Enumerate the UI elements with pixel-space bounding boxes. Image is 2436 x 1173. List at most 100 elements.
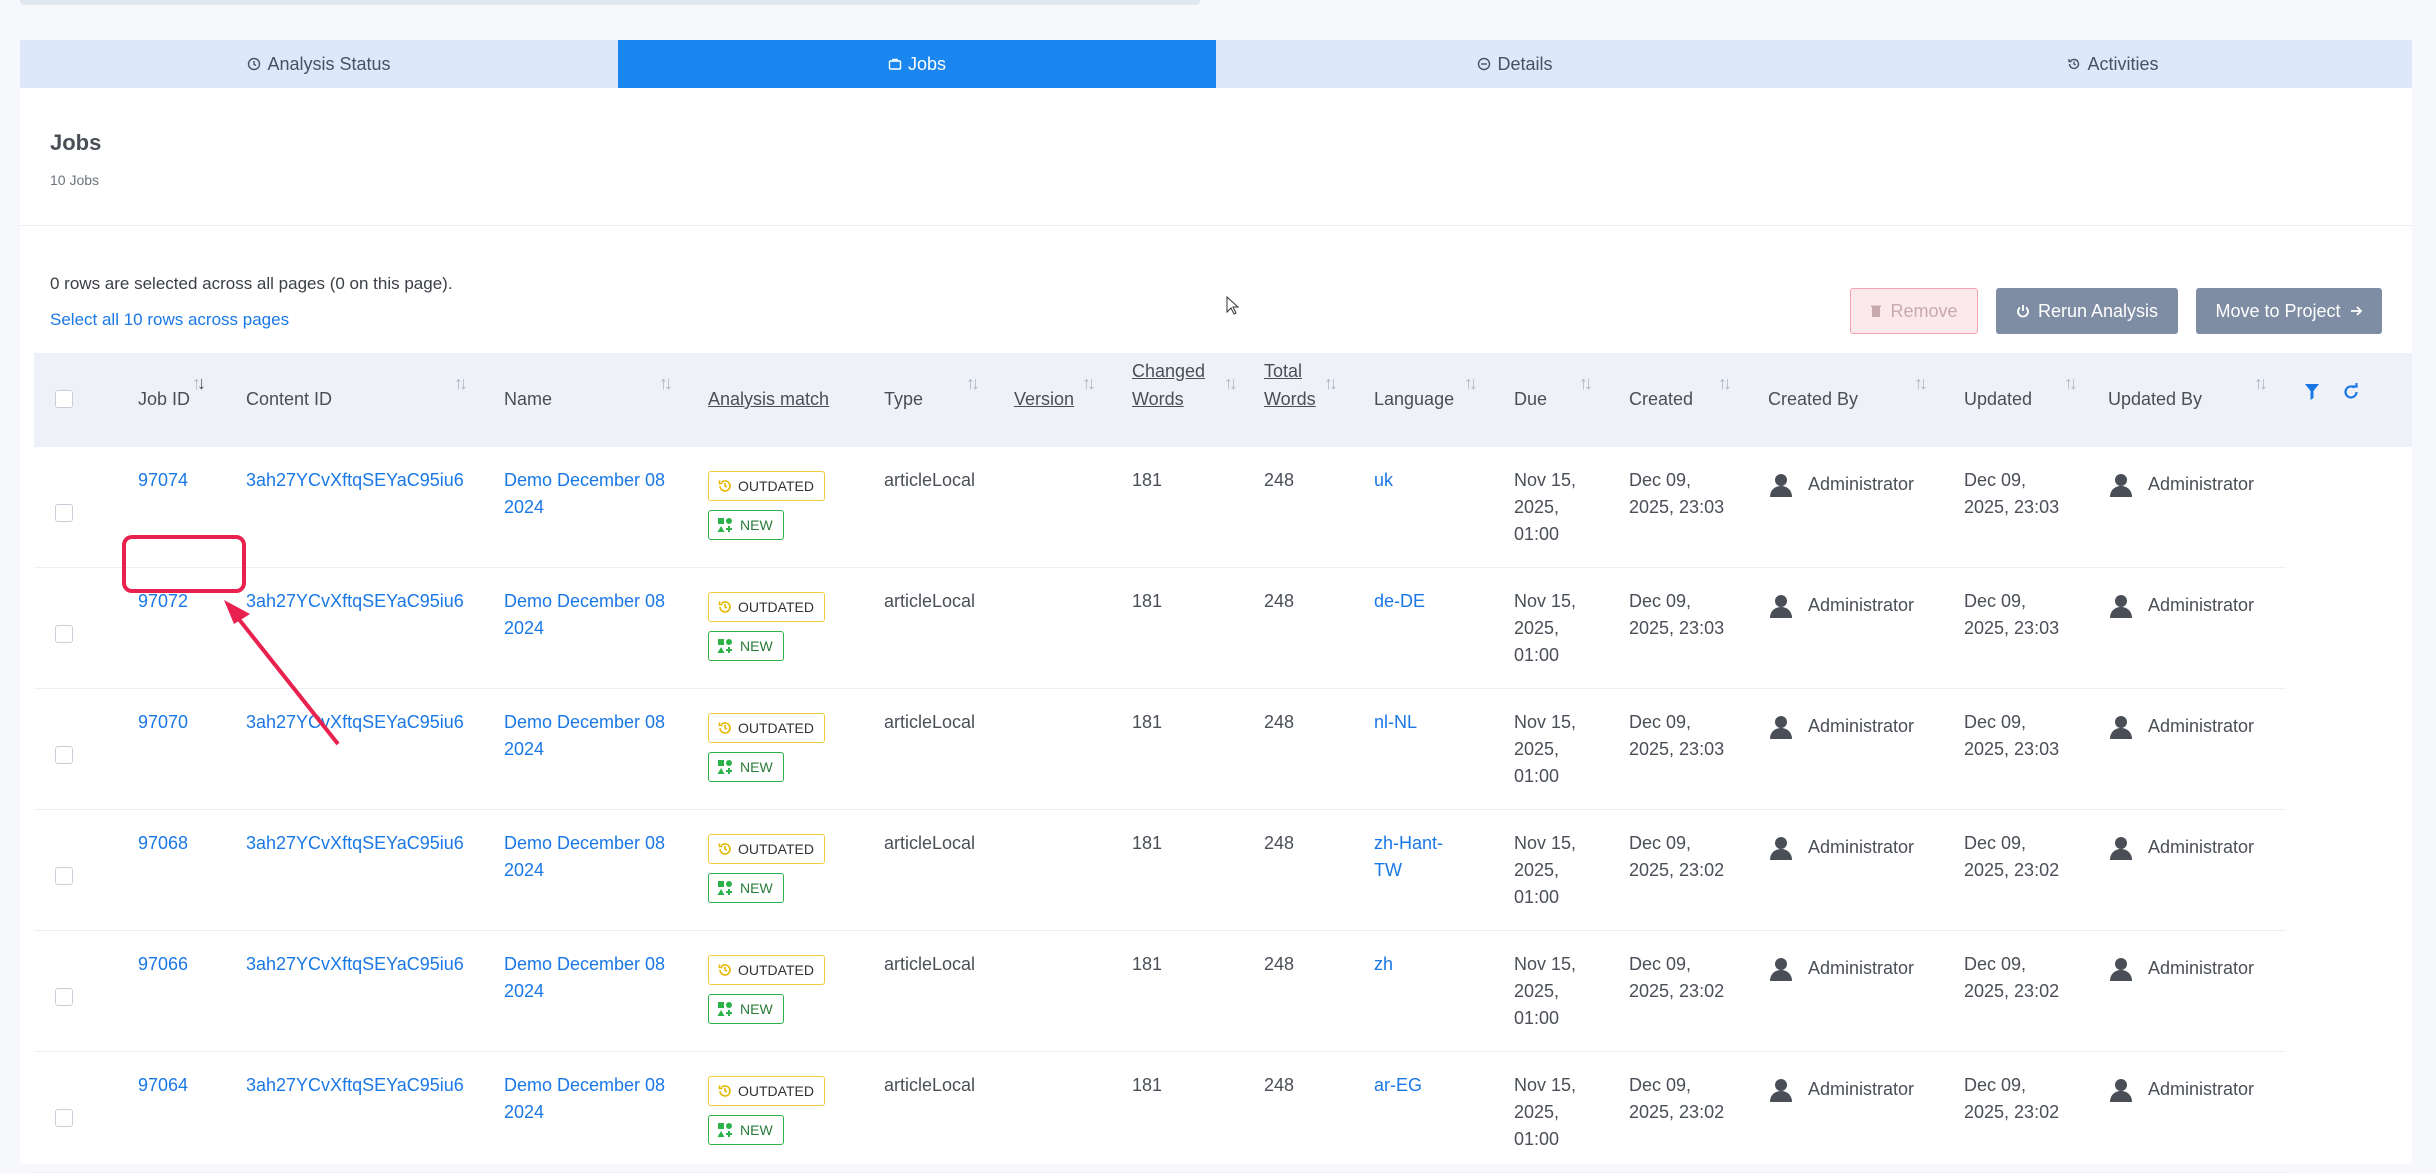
job-id-link[interactable]: 97070 xyxy=(138,709,188,736)
table-row[interactable]: 97074 3ah27YCvXftqSEYaC95iu6 Demo Decemb… xyxy=(34,447,2286,568)
job-id-link[interactable]: 97068 xyxy=(138,830,188,857)
table-row[interactable]: 97066 3ah27YCvXftqSEYaC95iu6 Demo Decemb… xyxy=(34,931,2286,1052)
table-row[interactable]: 97064 3ah27YCvXftqSEYaC95iu6 Demo Decemb… xyxy=(34,1052,2286,1173)
content-id-link[interactable]: 3ah27YCvXftqSEYaC95iu6 xyxy=(246,467,464,494)
content-id-link[interactable]: 3ah27YCvXftqSEYaC95iu6 xyxy=(246,830,464,857)
col-content-id[interactable]: Content ID xyxy=(246,389,332,410)
sort-icon[interactable]: ↑↓ xyxy=(966,373,980,394)
col-total-words-2[interactable]: Words xyxy=(1264,389,1316,410)
col-due[interactable]: Due xyxy=(1514,389,1547,410)
job-name-link[interactable]: Demo December 08 2024 xyxy=(504,1072,665,1126)
language-link[interactable]: de-DE xyxy=(1374,588,1425,615)
refresh-icon[interactable] xyxy=(2342,383,2360,401)
job-name-line: Demo December 08 xyxy=(504,591,666,611)
col-job-id[interactable]: Job ID xyxy=(138,389,190,410)
sort-icon[interactable]: ↑↓ xyxy=(659,373,673,394)
sort-icon[interactable]: ↑↓ xyxy=(1914,373,1928,394)
shapes-icon xyxy=(717,639,732,653)
minus-circle-icon xyxy=(1478,57,1491,71)
language-link[interactable]: uk xyxy=(1374,467,1393,494)
col-language[interactable]: Language xyxy=(1374,389,1454,410)
history-icon xyxy=(718,843,731,855)
sort-icon[interactable]: ↑↓ xyxy=(1082,373,1096,394)
tab-jobs[interactable]: Jobs xyxy=(618,40,1216,88)
sort-icon[interactable]: ↑↓ xyxy=(1579,373,1593,394)
updated-by-name: Administrator xyxy=(2148,837,2255,857)
updated-cell: Dec 09, 2025, 23:02 xyxy=(1964,1072,2059,1126)
updated-cell: Dec 09, 2025, 23:02 xyxy=(1964,830,2059,884)
col-updated-by[interactable]: Updated By xyxy=(2108,389,2202,410)
row-checkbox[interactable] xyxy=(55,625,73,643)
job-name-link[interactable]: Demo December 08 2024 xyxy=(504,467,665,521)
job-name-link[interactable]: Demo December 08 2024 xyxy=(504,951,665,1005)
row-checkbox[interactable] xyxy=(55,1109,73,1127)
col-created[interactable]: Created xyxy=(1629,389,1693,410)
badge-label: OUTDATED xyxy=(738,478,814,494)
row-checkbox[interactable] xyxy=(55,504,73,522)
language-link[interactable]: ar-EG xyxy=(1374,1072,1422,1099)
col-name[interactable]: Name xyxy=(504,389,552,410)
language-line: zh xyxy=(1374,954,1394,974)
created-line: Dec 09, xyxy=(1629,1075,1692,1095)
job-id-link[interactable]: 97074 xyxy=(138,467,188,494)
job-name-link[interactable]: Demo December 08 2024 xyxy=(504,588,665,642)
sort-icon[interactable]: ↑↓ xyxy=(1464,373,1478,394)
col-changed-words-2[interactable]: Words xyxy=(1132,389,1184,410)
filter-icon[interactable] xyxy=(2304,383,2320,401)
tab-activities[interactable]: Activities xyxy=(1814,40,2412,88)
user-icon xyxy=(1770,716,1792,740)
content-id-link[interactable]: 3ah27YCvXftqSEYaC95iu6 xyxy=(246,951,464,978)
row-checkbox[interactable] xyxy=(55,746,73,764)
job-name-link[interactable]: Demo December 08 2024 xyxy=(504,830,665,884)
type-cell: articleLocal xyxy=(884,470,976,490)
col-created-by[interactable]: Created By xyxy=(1768,389,1858,410)
row-checkbox[interactable] xyxy=(55,867,73,885)
language-link[interactable]: zh xyxy=(1374,951,1393,978)
due-line: 01:00 xyxy=(1514,1129,1560,1149)
job-id-link[interactable]: 97066 xyxy=(138,951,188,978)
col-changed-words-1[interactable]: Changed xyxy=(1132,361,1205,382)
due-line: 01:00 xyxy=(1514,645,1560,665)
updated-line: 2025, 23:02 xyxy=(1964,860,2060,880)
created-line: 2025, 23:03 xyxy=(1629,739,1725,759)
col-analysis-match[interactable]: Analysis match xyxy=(708,389,829,410)
col-type[interactable]: Type xyxy=(884,389,923,410)
sort-icon[interactable]: ↑↓ xyxy=(454,373,468,394)
select-all-link[interactable]: Select all 10 rows across pages xyxy=(50,310,289,330)
table-row[interactable]: 97070 3ah27YCvXftqSEYaC95iu6 Demo Decemb… xyxy=(34,689,2286,810)
select-all-checkbox[interactable] xyxy=(55,390,73,408)
move-to-project-button[interactable]: Move to Project xyxy=(2196,288,2382,334)
language-line: zh-Hant- xyxy=(1374,833,1444,853)
language-link[interactable]: nl-NL xyxy=(1374,709,1417,736)
updated-by-cell: Administrator xyxy=(2108,834,2254,861)
language-link[interactable]: zh-Hant- TW xyxy=(1374,830,1443,884)
col-updated[interactable]: Updated xyxy=(1964,389,2032,410)
user-icon xyxy=(2110,1079,2132,1103)
rerun-analysis-button[interactable]: Rerun Analysis xyxy=(1996,288,2178,334)
content-id-link[interactable]: 3ah27YCvXftqSEYaC95iu6 xyxy=(246,1072,464,1099)
row-checkbox[interactable] xyxy=(55,988,73,1006)
due-line: 01:00 xyxy=(1514,887,1560,907)
tab-label: Activities xyxy=(2087,53,2159,74)
tab-analysis-status[interactable]: Analysis Status xyxy=(20,40,618,88)
sort-icon[interactable]: ↑↓ xyxy=(2064,373,2078,394)
updated-line: Dec 09, xyxy=(1964,470,2027,490)
outdated-badge: OUTDATED xyxy=(708,713,825,743)
table-row[interactable]: 97068 3ah27YCvXftqSEYaC95iu6 Demo Decemb… xyxy=(34,810,2286,931)
table-row[interactable]: 97072 3ah27YCvXftqSEYaC95iu6 Demo Decemb… xyxy=(34,568,2286,689)
tab-details[interactable]: Details xyxy=(1216,40,1814,88)
sort-icon[interactable]: ↑↓ xyxy=(2254,373,2268,394)
job-name-line: Demo December 08 xyxy=(504,470,666,490)
sort-icon[interactable]: ↑↓ xyxy=(1324,373,1338,394)
sort-icon[interactable]: ↑↓ xyxy=(1224,373,1238,394)
sort-icon[interactable]: ↑↓ xyxy=(192,373,206,394)
jobs-count: 10 Jobs xyxy=(50,172,100,188)
job-name-link[interactable]: Demo December 08 2024 xyxy=(504,709,665,763)
col-total-words-1[interactable]: Total xyxy=(1264,361,1302,382)
language-line: TW xyxy=(1374,860,1402,880)
remove-button[interactable]: Remove xyxy=(1850,288,1978,334)
sort-icon[interactable]: ↑↓ xyxy=(1718,373,1732,394)
job-id-link[interactable]: 97064 xyxy=(138,1072,188,1099)
col-version[interactable]: Version xyxy=(1014,389,1074,410)
updated-line: Dec 09, xyxy=(1964,954,2027,974)
